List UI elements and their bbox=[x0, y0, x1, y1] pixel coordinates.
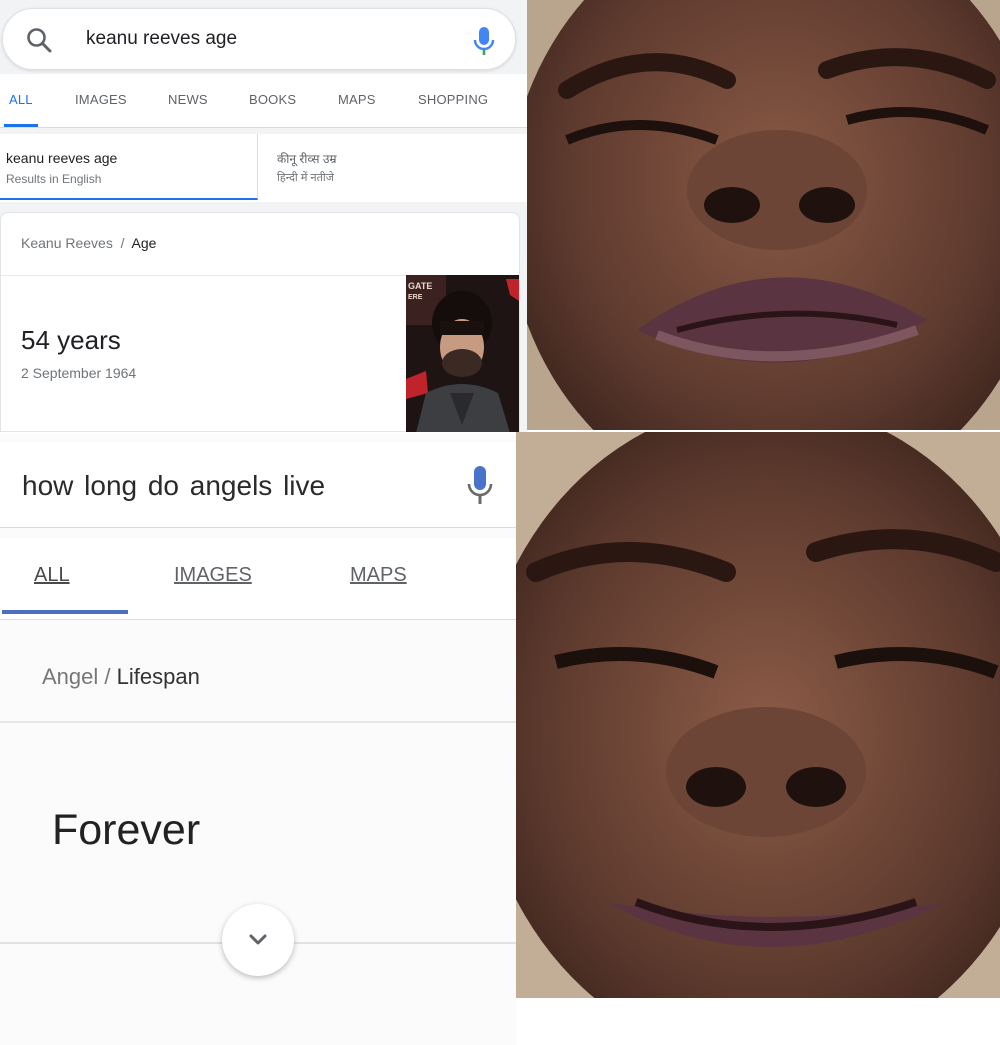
breadcrumb-attribute: Lifespan bbox=[116, 664, 200, 689]
search-bar[interactable]: keanu reeves age bbox=[2, 8, 516, 70]
language-option-english[interactable]: keanu reeves age Results in English bbox=[0, 134, 258, 200]
tab-all[interactable]: ALL bbox=[9, 92, 33, 107]
tab-images[interactable]: IMAGES bbox=[174, 564, 252, 587]
breadcrumb: Angel / Lifespan bbox=[42, 664, 200, 690]
reaction-image-crying bbox=[527, 0, 1000, 430]
tab-all[interactable]: ALL bbox=[34, 564, 70, 587]
crying-face-image bbox=[527, 0, 1000, 430]
answer-value: 54 years bbox=[21, 325, 121, 355]
breadcrumb: Keanu Reeves / Age bbox=[21, 235, 156, 251]
language-option-query: keanu reeves age bbox=[6, 150, 118, 166]
search-tabs: ALL IMAGES NEWS BOOKS MAPS SHOPPING bbox=[0, 74, 527, 128]
language-option-subtitle-hindi: हिन्दी में नतीजे bbox=[277, 172, 334, 184]
tab-books[interactable]: BOOKS bbox=[249, 92, 296, 107]
search-screenshot-keanu: keanu reeves age ALL IMAGES NEWS BOOKS M… bbox=[0, 0, 527, 432]
breadcrumb-attribute: Age bbox=[131, 235, 157, 251]
svg-text:GATE: GATE bbox=[408, 281, 432, 291]
portrait-image: GATE ERE bbox=[406, 275, 519, 432]
tab-maps[interactable]: MAPS bbox=[350, 564, 407, 587]
answer-card-age: Keanu Reeves / Age 54 years 2 September … bbox=[0, 212, 520, 432]
search-query[interactable]: how long do angels live bbox=[22, 470, 325, 502]
search-query[interactable]: keanu reeves age bbox=[86, 28, 237, 50]
search-tabs: ALL IMAGES MAPS bbox=[0, 538, 516, 620]
search-screenshot-angels: how long do angels live ALL IMAGES MAPS … bbox=[0, 434, 516, 1045]
active-tab-indicator bbox=[4, 124, 38, 127]
breadcrumb-separator: / bbox=[120, 235, 125, 251]
entity-photo[interactable]: GATE ERE bbox=[406, 275, 519, 432]
microphone-icon[interactable] bbox=[471, 25, 497, 57]
answer-detail: 2 September 1964 bbox=[21, 365, 137, 381]
smiling-face-image bbox=[516, 432, 1000, 998]
search-bar[interactable]: how long do angels live bbox=[0, 442, 516, 528]
answer-value: Forever bbox=[52, 806, 201, 854]
breadcrumb-entity[interactable]: Keanu Reeves bbox=[21, 235, 113, 251]
breadcrumb-separator: / bbox=[104, 664, 111, 689]
language-option-subtitle: Results in English bbox=[6, 172, 102, 186]
breadcrumb-entity[interactable]: Angel bbox=[42, 664, 98, 689]
tab-news[interactable]: NEWS bbox=[168, 92, 208, 107]
chevron-down-icon bbox=[249, 934, 267, 945]
card-divider bbox=[0, 721, 516, 723]
svg-text:ERE: ERE bbox=[408, 294, 423, 301]
microphone-icon[interactable] bbox=[465, 464, 495, 508]
expand-button[interactable] bbox=[222, 904, 294, 976]
language-toggle: keanu reeves age Results in English कीनू… bbox=[0, 134, 527, 202]
active-tab-indicator bbox=[2, 610, 128, 614]
search-icon bbox=[27, 28, 52, 53]
language-option-query-hindi: कीनू रीव्स उम्र bbox=[277, 152, 337, 166]
tab-images[interactable]: IMAGES bbox=[75, 92, 127, 107]
reaction-image-smiling bbox=[516, 432, 1000, 998]
tab-shopping[interactable]: SHOPPING bbox=[418, 92, 488, 107]
tab-maps[interactable]: MAPS bbox=[338, 92, 376, 107]
